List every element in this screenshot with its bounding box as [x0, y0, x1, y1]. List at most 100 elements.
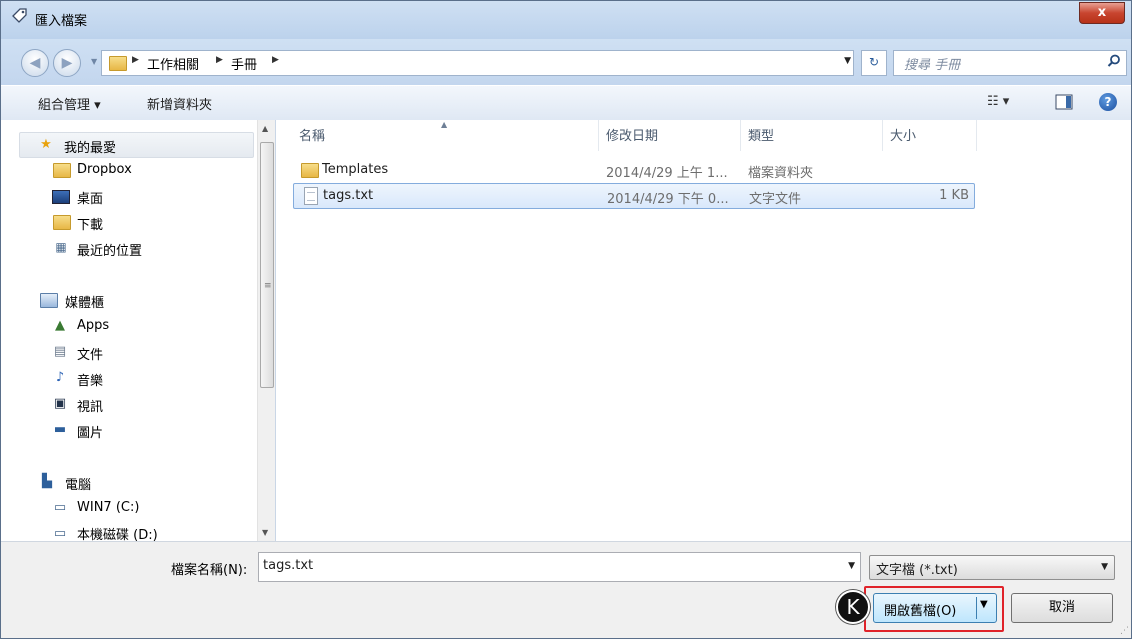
filetype-value: 文字檔 (*.txt)	[876, 563, 958, 578]
documents-icon: ▤	[53, 344, 67, 359]
address-row: ◀ ▶ ▼ ▶ 工作相關 ▶ 手冊 ▶ ▼ ↻ 搜尋 手冊	[1, 39, 1131, 85]
pictures-icon: ▬	[53, 422, 67, 437]
nav-item-documents[interactable]: ▤ 文件	[1, 340, 256, 364]
column-header-date[interactable]: 修改日期	[606, 125, 658, 144]
column-header-size[interactable]: 大小	[890, 125, 916, 144]
folder-icon	[53, 163, 71, 178]
video-icon: ▣	[53, 396, 67, 411]
address-bar[interactable]: ▶ 工作相關 ▶ 手冊 ▶ ▼	[101, 50, 854, 76]
resize-grip-icon[interactable]: ⋰	[1120, 626, 1129, 636]
new-folder-button[interactable]: 新增資料夾	[147, 94, 212, 113]
nav-label: 音樂	[77, 374, 104, 389]
nav-label: 文件	[77, 348, 104, 363]
chevron-down-icon[interactable]: ▼	[848, 561, 855, 571]
window-title: 匯入檔案	[35, 14, 88, 29]
open-options-dropdown[interactable]: ▼	[980, 599, 988, 610]
file-name: Templates	[322, 162, 389, 177]
step-badge: K	[836, 590, 870, 624]
address-dropdown-icon[interactable]: ▼	[844, 56, 851, 66]
nav-item-downloads[interactable]: 下載	[1, 210, 256, 234]
nav-label: 我的最愛	[64, 141, 117, 156]
breadcrumb-item[interactable]: 手冊	[231, 54, 257, 73]
tag-icon	[12, 8, 27, 23]
scroll-down-icon[interactable]: ▼	[262, 528, 268, 537]
nav-label: 圖片	[77, 426, 104, 441]
drive-icon: ▭	[53, 526, 67, 541]
file-name: tags.txt	[323, 188, 374, 203]
chevron-down-icon: ▼	[1101, 562, 1108, 572]
nav-item-pictures[interactable]: ▬ 圖片	[1, 418, 256, 442]
nav-favorites[interactable]: ★ 我的最愛	[19, 132, 254, 158]
forward-button[interactable]: ▶	[53, 49, 81, 77]
search-icon	[1107, 54, 1120, 67]
column-header-type[interactable]: 類型	[748, 125, 774, 144]
column-divider[interactable]	[976, 120, 977, 151]
nav-item-desktop[interactable]: 桌面	[1, 184, 256, 208]
nav-item-dropbox[interactable]: Dropbox	[1, 158, 256, 182]
breadcrumb-chevron-icon[interactable]: ▶	[132, 55, 139, 65]
nav-libraries[interactable]: 媒體櫃	[1, 288, 256, 312]
search-input[interactable]: 搜尋 手冊	[893, 50, 1127, 76]
folder-icon	[109, 56, 127, 71]
folder-icon	[301, 163, 319, 178]
nav-label: 最近的位置	[77, 244, 143, 259]
scroll-up-icon[interactable]: ▲	[262, 124, 268, 133]
scrollbar-thumb[interactable]: ≡	[260, 142, 274, 388]
column-divider[interactable]	[598, 120, 599, 151]
nav-label: 電腦	[65, 478, 92, 493]
apps-icon: ▲	[55, 318, 65, 333]
desktop-icon	[52, 190, 70, 204]
filetype-select[interactable]: 文字檔 (*.txt) ▼	[869, 555, 1115, 580]
breadcrumb-chevron-icon[interactable]: ▶	[272, 55, 279, 65]
file-size: 1 KB	[939, 188, 969, 203]
nav-label: Dropbox	[77, 162, 132, 177]
text-file-icon	[304, 187, 318, 205]
nav-item-video[interactable]: ▣ 視訊	[1, 392, 256, 416]
breadcrumb-item[interactable]: 工作相關	[147, 54, 199, 73]
file-type: 檔案資料夾	[748, 166, 814, 181]
import-file-dialog: 匯入檔案 x ◀ ▶ ▼ ▶ 工作相關 ▶ 手冊 ▶ ▼ ↻ 搜尋 手冊 組合管…	[0, 0, 1132, 639]
nav-label: 下載	[77, 218, 104, 233]
filename-input[interactable]: tags.txt ▼	[258, 552, 861, 582]
nav-computer[interactable]: ▙ 電腦	[1, 470, 256, 494]
file-row-templates[interactable]: Templates 2014/4/29 上午 1... 檔案資料夾	[293, 158, 973, 182]
arrow-right-icon: ▶	[61, 55, 73, 71]
search-placeholder: 搜尋 手冊	[904, 58, 961, 73]
nav-item-music[interactable]: ♪ 音樂	[1, 366, 256, 390]
title-bar: 匯入檔案 x	[1, 1, 1131, 39]
nav-item-apps[interactable]: ▲ Apps	[1, 314, 256, 338]
close-button[interactable]: x	[1079, 2, 1125, 24]
nav-label: 視訊	[77, 400, 104, 415]
star-icon: ★	[40, 137, 52, 152]
breadcrumb-chevron-icon[interactable]: ▶	[216, 55, 223, 65]
preview-pane-icon[interactable]	[1055, 94, 1073, 110]
back-button[interactable]: ◀	[21, 49, 49, 77]
refresh-icon: ↻	[868, 55, 880, 69]
cancel-button[interactable]: 取消	[1011, 593, 1113, 623]
help-icon[interactable]: ?	[1099, 93, 1117, 111]
libraries-icon	[40, 293, 58, 308]
dialog-footer: 檔案名稱(N): tags.txt ▼ 文字檔 (*.txt) ▼ 開啟舊檔(O…	[1, 541, 1131, 638]
nav-item-recent-places[interactable]: ▦ 最近的位置	[1, 236, 256, 260]
open-button-label: 開啟舊檔(O)	[884, 604, 957, 619]
command-bar: 組合管理 ▾ 新增資料夾 ☷ ▾ ?	[1, 85, 1131, 121]
column-divider[interactable]	[882, 120, 883, 151]
column-divider[interactable]	[740, 120, 741, 151]
grip-icon: ≡	[264, 281, 272, 291]
view-options-button[interactable]: ☷ ▾	[987, 94, 1009, 109]
nav-label: 桌面	[77, 192, 104, 207]
nav-item-drive-c[interactable]: ▭ WIN7 (C:)	[1, 496, 256, 520]
nav-label: WIN7 (C:)	[77, 500, 140, 515]
file-row-tags-txt[interactable]: tags.txt 2014/4/29 下午 0... 文字文件 1 KB	[293, 183, 975, 209]
open-button[interactable]: 開啟舊檔(O) ▼	[873, 593, 997, 623]
column-header-name[interactable]: 名稱	[299, 125, 325, 144]
file-modified: 2014/4/29 下午 0...	[607, 192, 729, 207]
recent-locations-dropdown[interactable]: ▼	[91, 57, 97, 66]
file-modified: 2014/4/29 上午 1...	[606, 166, 728, 181]
refresh-button[interactable]: ↻	[861, 50, 887, 76]
filename-label: 檔案名稱(N):	[171, 563, 248, 578]
organize-menu[interactable]: 組合管理 ▾	[38, 94, 101, 113]
split-divider	[976, 597, 977, 619]
navigation-scrollbar[interactable]: ▲ ≡ ▼	[257, 120, 275, 541]
recent-places-icon: ▦	[55, 240, 67, 254]
